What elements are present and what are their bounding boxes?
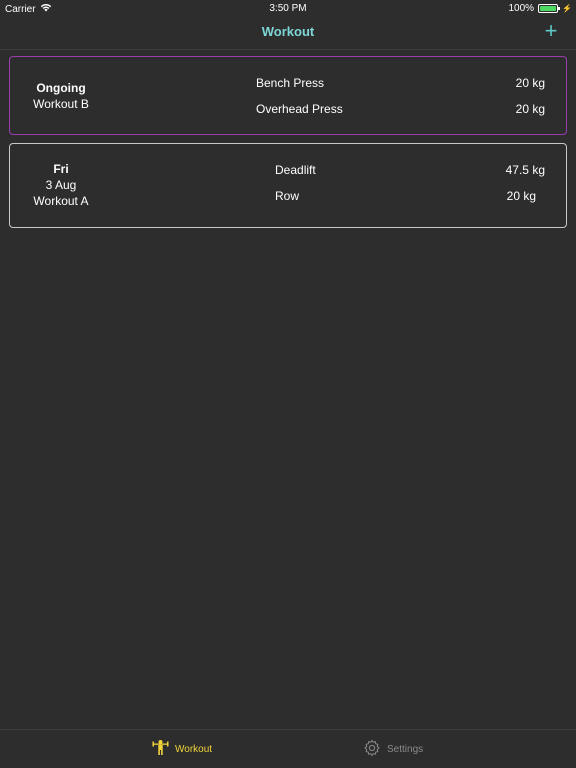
workout-summary: Ongoing Workout B xyxy=(10,80,112,112)
workout-date: 3 Aug xyxy=(45,178,77,192)
battery-icon xyxy=(538,4,561,13)
exercise-weight: 20 kg xyxy=(515,102,545,116)
exercise-name: Overhead Press xyxy=(256,102,343,116)
tab-label: Settings xyxy=(387,744,424,755)
workout-card-past[interactable]: Fri 3 Aug Workout A Deadlift 47.5 kg Row… xyxy=(9,143,567,228)
lifter-icon xyxy=(152,739,169,759)
gear-icon xyxy=(363,739,381,760)
exercise-weight: 20 kg xyxy=(515,76,545,90)
tab-bar: Workout Settings xyxy=(0,729,576,768)
nav-bar: Workout + xyxy=(0,18,576,50)
workout-day: Ongoing xyxy=(36,81,86,95)
exercise-weight: 47.5 kg xyxy=(505,163,545,177)
battery-percent: 100% xyxy=(508,3,535,14)
exercise-name: Row xyxy=(275,189,300,203)
plus-icon: + xyxy=(544,18,558,43)
workout-name: Workout A xyxy=(33,194,89,208)
workout-card-ongoing[interactable]: Ongoing Workout B Bench Press 20 kg Over… xyxy=(9,56,567,135)
workout-summary: Fri 3 Aug Workout A xyxy=(10,161,112,209)
tab-label: Workout xyxy=(175,743,213,755)
battery-info: 100% ⚡ xyxy=(508,3,572,14)
exercise-name: Bench Press xyxy=(256,76,325,90)
workout-name: Workout B xyxy=(33,97,89,111)
workout-day: Fri xyxy=(53,162,69,176)
add-workout-button[interactable]: + xyxy=(540,18,562,43)
status-time: 3:50 PM xyxy=(269,3,307,14)
page-title: Workout xyxy=(261,24,315,39)
exercise-name: Deadlift xyxy=(275,163,316,177)
tab-workout[interactable]: Workout xyxy=(152,739,212,759)
exercise-weight: 20 kg xyxy=(506,189,536,203)
status-bar: Carrier 3:50 PM 100% ⚡ xyxy=(0,0,576,18)
tab-settings[interactable]: Settings xyxy=(363,739,423,760)
charging-icon: ⚡ xyxy=(562,4,572,13)
